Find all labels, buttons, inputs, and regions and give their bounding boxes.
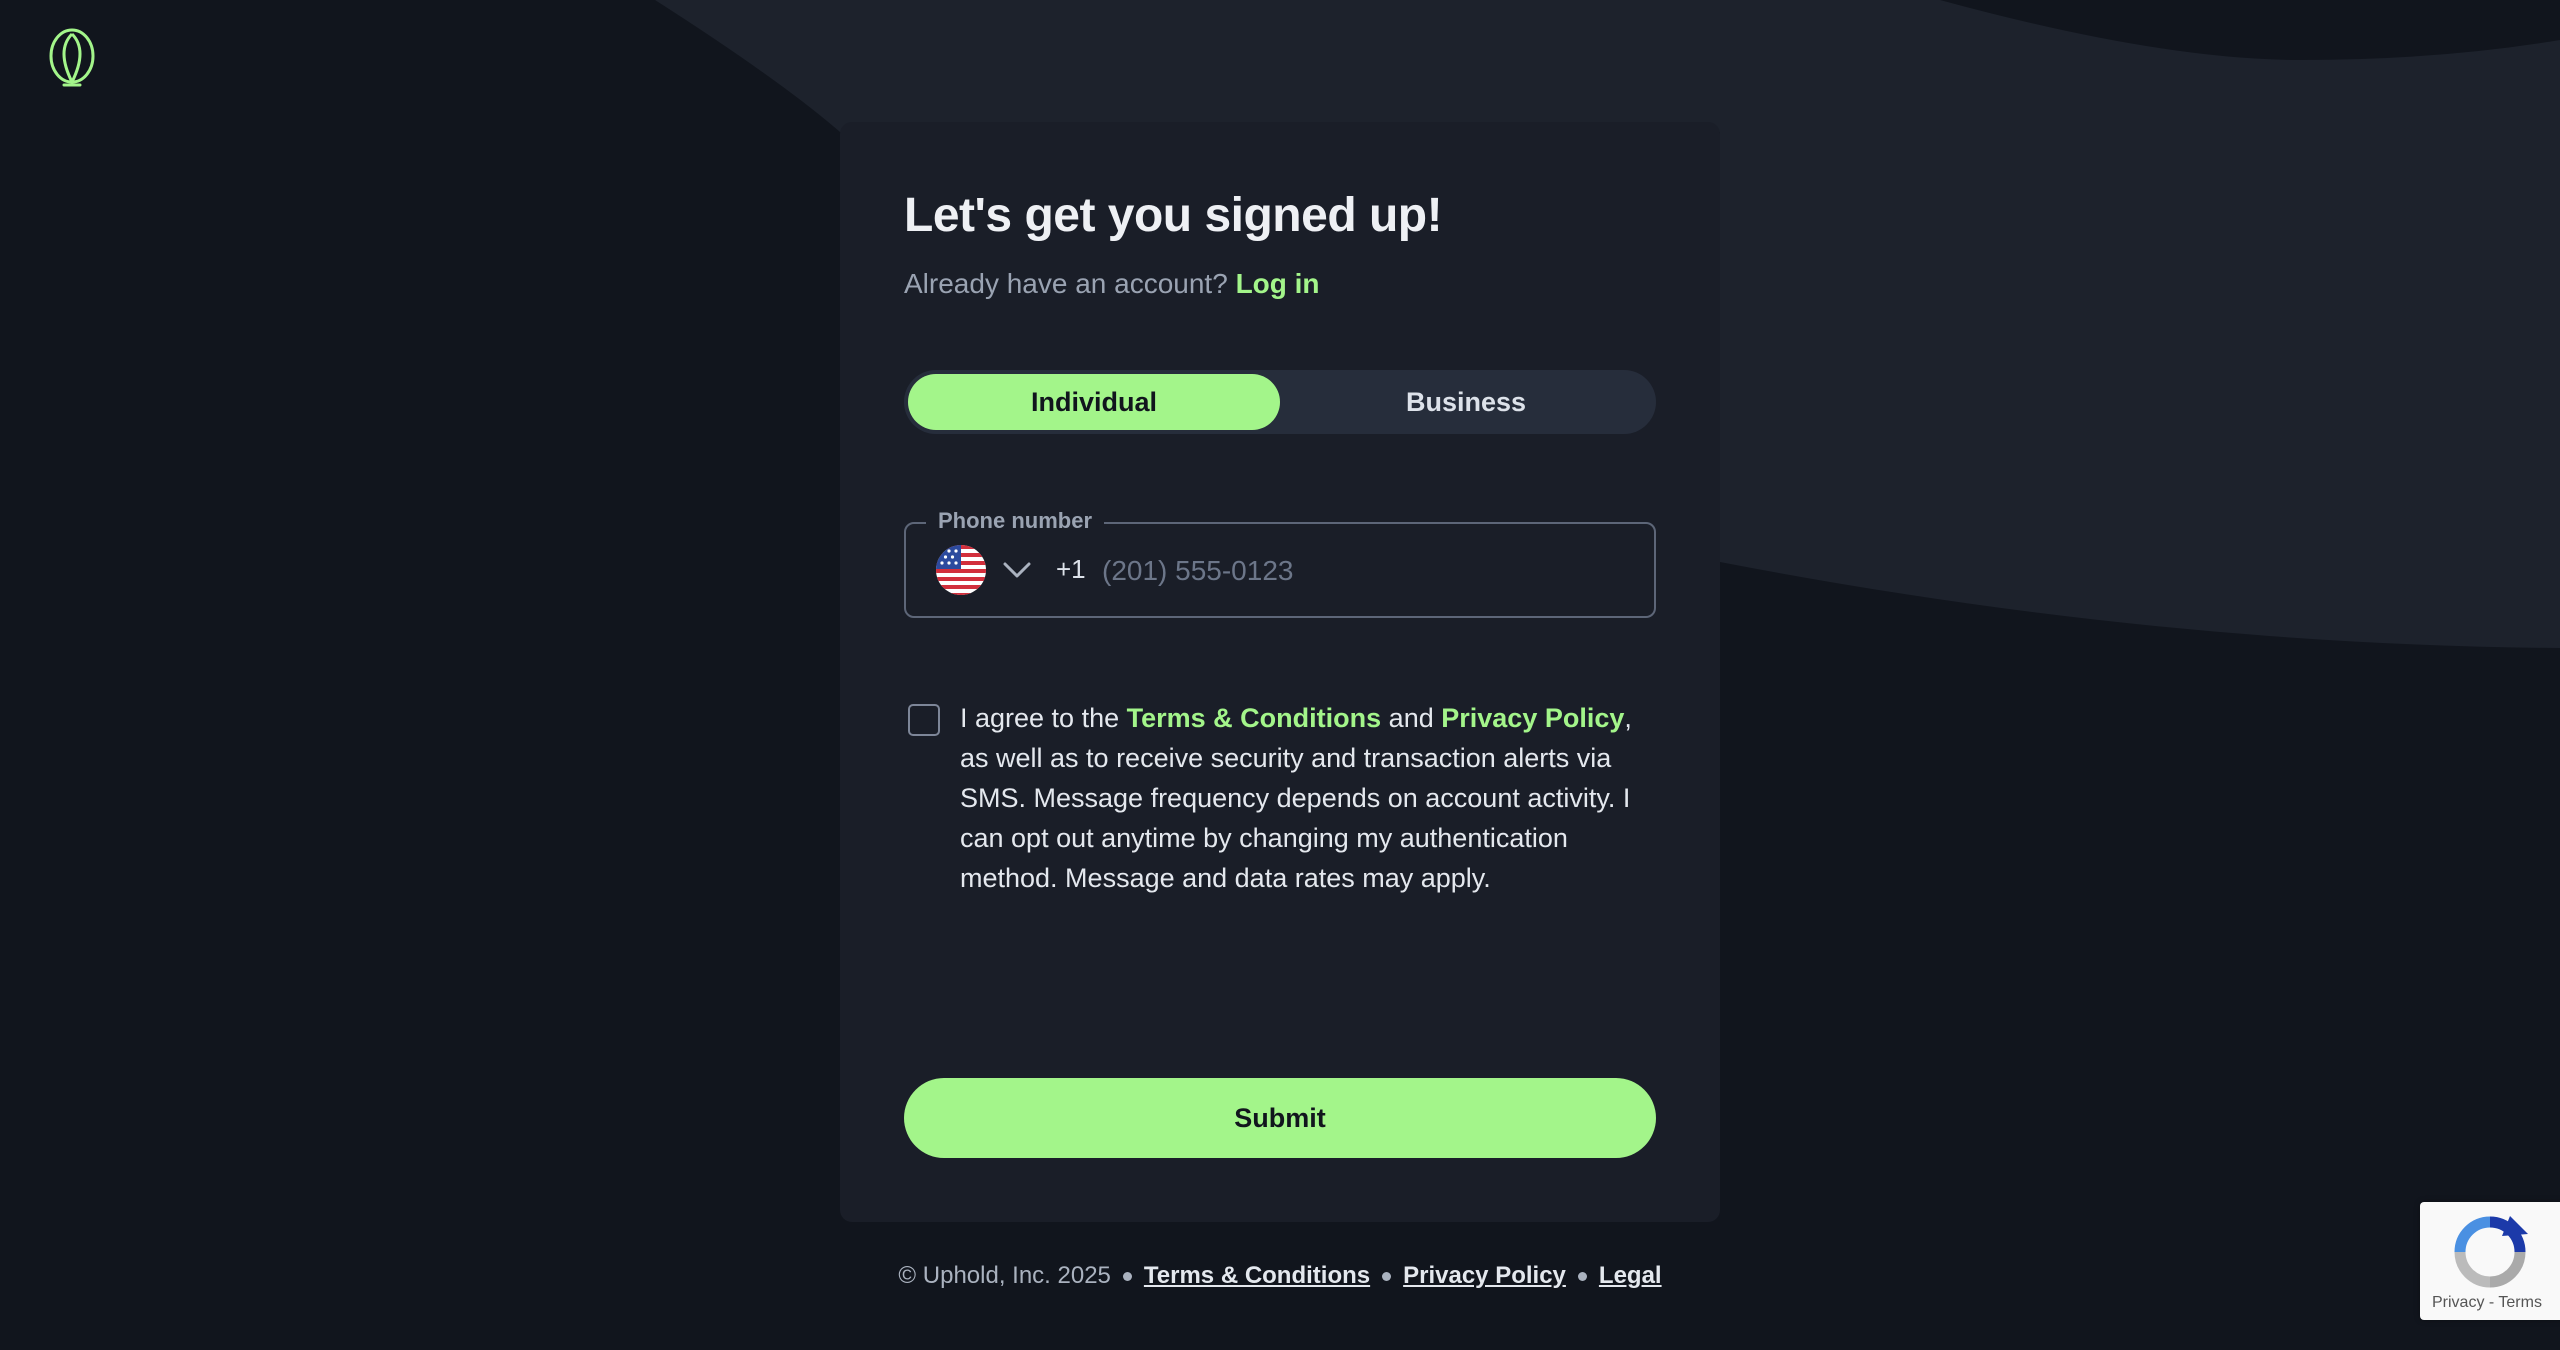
signup-page: Let's get you signed up! Already have an…	[0, 0, 2560, 1350]
login-link[interactable]: Log in	[1236, 268, 1320, 299]
phone-number-field: Phone number +1 (201) 555-0123	[904, 508, 1656, 618]
chevron-down-icon[interactable]	[1002, 558, 1032, 582]
account-prompt-text: Already have an account?	[904, 268, 1228, 299]
business-tab[interactable]: Business	[1280, 374, 1652, 430]
us-flag-icon[interactable]	[936, 545, 986, 595]
individual-tab[interactable]: Individual	[908, 374, 1280, 430]
consent-text: I agree to the Terms & Conditions and Pr…	[960, 698, 1660, 898]
uphold-logo-icon[interactable]	[48, 26, 96, 88]
footer-separator	[1122, 1272, 1132, 1282]
footer-terms-link[interactable]: Terms & Conditions	[1144, 1262, 1370, 1289]
phone-number-label: Phone number	[926, 508, 1105, 534]
footer-legal-link[interactable]: Legal	[1599, 1262, 1662, 1289]
consent-checkbox[interactable]	[908, 704, 940, 736]
recaptcha-icon	[2454, 1216, 2528, 1288]
recaptcha-badge[interactable]: Privacy - Terms	[2420, 1202, 2560, 1320]
submit-button[interactable]: Submit	[904, 1078, 1656, 1158]
recaptcha-links[interactable]: Privacy - Terms	[2432, 1294, 2542, 1312]
login-prompt: Already have an account? Log in	[904, 268, 1320, 300]
footer: © Uphold, Inc. 2025 Terms & Conditions Pri…	[0, 1262, 2560, 1290]
terms-conditions-link[interactable]: Terms & Conditions	[1127, 703, 1382, 733]
footer-privacy-link[interactable]: Privacy Policy	[1403, 1262, 1566, 1289]
country-dial-code: +1	[1056, 554, 1086, 584]
phone-number-input[interactable]	[1100, 544, 1624, 598]
signup-card: Let's get you signed up! Already have an…	[840, 122, 1720, 1222]
page-title: Let's get you signed up!	[904, 189, 1443, 242]
consent-prefix: I agree to the	[960, 703, 1120, 733]
privacy-policy-link[interactable]: Privacy Policy	[1441, 703, 1624, 733]
copyright-text: © Uphold, Inc. 2025	[898, 1262, 1111, 1289]
consent-and: and	[1388, 703, 1434, 733]
footer-separator	[1382, 1272, 1392, 1282]
footer-separator	[1577, 1272, 1587, 1282]
account-type-toggle: Individual Business	[904, 370, 1656, 434]
